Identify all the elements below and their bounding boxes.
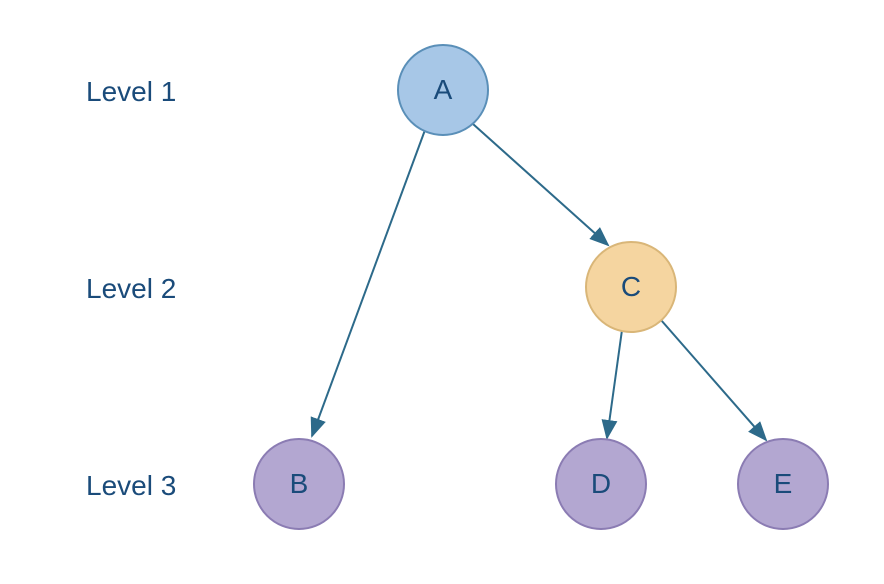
node-c: C (585, 241, 677, 333)
level-3-label: Level 3 (86, 470, 176, 502)
edge-c-e (661, 320, 766, 440)
level-2-label: Level 2 (86, 273, 176, 305)
node-e: E (737, 438, 829, 530)
node-d-label: D (591, 468, 611, 500)
node-c-label: C (621, 271, 641, 303)
edge-a-b (312, 130, 425, 436)
node-b: B (253, 438, 345, 530)
node-b-label: B (290, 468, 309, 500)
edge-c-d (607, 330, 622, 438)
node-e-label: E (774, 468, 793, 500)
level-1-label: Level 1 (86, 76, 176, 108)
node-d: D (555, 438, 647, 530)
node-a-label: A (434, 74, 453, 106)
node-a: A (397, 44, 489, 136)
edge-a-c (473, 124, 608, 245)
